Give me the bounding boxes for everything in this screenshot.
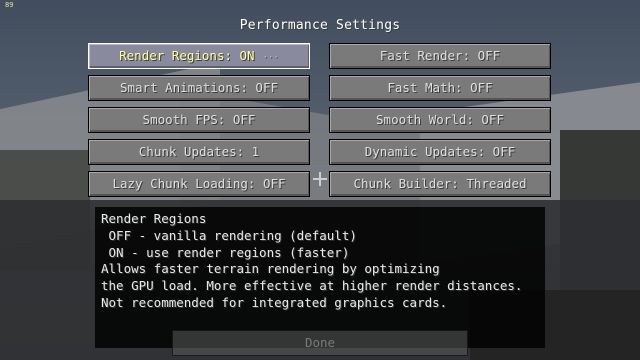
smooth-world-button[interactable]: Smooth World: OFF — [329, 107, 551, 133]
tooltip-line: Not recommended for integrated graphics … — [101, 294, 448, 310]
chunk-updates-button[interactable]: Chunk Updates: 1 — [88, 139, 310, 165]
hover-dots-icon: ··· — [262, 53, 279, 63]
tooltip-panel: Render Regions OFF - vanilla rendering (… — [95, 207, 545, 348]
tooltip-line: OFF - vanilla rendering (default) — [101, 227, 357, 243]
render-regions-button[interactable]: Render Regions: ON ··· — [88, 43, 310, 69]
smooth-fps-button[interactable]: Smooth FPS: OFF — [88, 107, 310, 133]
smart-animations-button[interactable]: Smart Animations: OFF — [88, 75, 310, 101]
tooltip-title: Render Regions — [101, 211, 207, 226]
tooltip-line: the GPU load. More effective at higher r… — [101, 278, 523, 294]
fps-counter: 89 — [5, 1, 14, 9]
page-title: Performance Settings — [239, 18, 401, 33]
fast-math-button[interactable]: Fast Math: OFF — [329, 75, 551, 101]
lazy-chunk-loading-button[interactable]: Lazy Chunk Loading: OFF — [88, 171, 310, 197]
chunk-builder-button[interactable]: Chunk Builder: Threaded — [329, 171, 551, 197]
tooltip-line: Allows faster terrain rendering by optim… — [101, 261, 440, 277]
render-regions-label: Render Regions: ON — [119, 48, 255, 63]
crosshair-icon — [313, 172, 327, 186]
done-button[interactable]: Done — [172, 330, 468, 356]
dynamic-updates-button[interactable]: Dynamic Updates: OFF — [329, 139, 551, 165]
fast-render-button[interactable]: Fast Render: OFF — [329, 43, 551, 69]
tooltip-line: ON - use render regions (faster) — [101, 244, 350, 260]
